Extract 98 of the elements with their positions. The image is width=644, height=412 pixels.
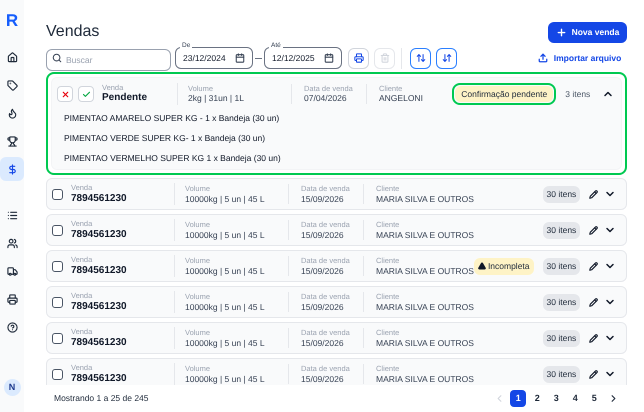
item-count-badge: 30 itens bbox=[542, 294, 580, 311]
sort-arrows-icon bbox=[442, 53, 452, 63]
field-value: MARIA SILVA E OUTROS bbox=[376, 194, 474, 204]
search-icon bbox=[52, 53, 62, 63]
help-icon bbox=[6, 322, 18, 332]
pagination-summary: Mostrando 1 a 25 de 245 bbox=[54, 392, 149, 405]
field-value: 7894561230 bbox=[71, 192, 128, 206]
pencil-icon bbox=[589, 370, 598, 379]
page-button[interactable]: 4 bbox=[567, 390, 584, 408]
field-value: 10000kg | 5 un | 45 L bbox=[185, 266, 266, 276]
field-value: 7894561230 bbox=[71, 336, 128, 350]
field-value: 15/09/2026 bbox=[301, 266, 345, 276]
plus-icon bbox=[556, 26, 567, 38]
item-count-badge: 30 itens bbox=[542, 366, 580, 383]
row-checkbox[interactable] bbox=[52, 260, 63, 272]
sort-ascending-button[interactable] bbox=[410, 48, 431, 68]
import-file-link[interactable]: Importar arquivo bbox=[538, 52, 622, 64]
page-button[interactable]: 3 bbox=[548, 390, 564, 408]
trash-icon bbox=[380, 53, 390, 63]
printer-icon bbox=[354, 53, 364, 63]
page-button[interactable]: 1 bbox=[510, 390, 526, 408]
edit-button[interactable] bbox=[589, 334, 598, 343]
field-value: 10000kg | 5 un | 45 L bbox=[185, 302, 266, 312]
item-count-badge: 30 itens bbox=[542, 222, 580, 239]
close-icon bbox=[60, 90, 70, 98]
row-checkbox[interactable] bbox=[52, 224, 63, 236]
page-button[interactable]: 2 bbox=[529, 390, 546, 408]
row-checkbox[interactable] bbox=[52, 332, 63, 344]
field-value: 15/09/2026 bbox=[301, 194, 345, 204]
warning-badge: Incompleta bbox=[474, 258, 534, 275]
pencil-icon bbox=[589, 334, 598, 343]
edit-button[interactable] bbox=[589, 370, 598, 379]
sidebar-item[interactable] bbox=[0, 157, 24, 181]
upload-icon bbox=[538, 53, 548, 63]
field-value: 7894561230 bbox=[71, 372, 128, 386]
edit-button[interactable] bbox=[589, 262, 598, 271]
warning-icon bbox=[478, 262, 486, 270]
field-value: 15/09/2026 bbox=[301, 374, 345, 384]
page-title: Vendas bbox=[46, 22, 100, 42]
edit-button[interactable] bbox=[589, 298, 598, 307]
field-value: 15/09/2026 bbox=[301, 230, 345, 240]
field-value: MARIA SILVA E OUTROS bbox=[376, 374, 474, 384]
approve-button[interactable] bbox=[78, 86, 94, 102]
item-count-badge: 30 itens bbox=[542, 186, 580, 203]
field-value: 07/04/2026 bbox=[304, 93, 348, 104]
list-icon bbox=[6, 210, 18, 220]
field-value: 15/09/2026 bbox=[301, 302, 345, 312]
field-value: Pendente bbox=[102, 92, 148, 105]
field-value: 2kg | 31un | 1L bbox=[188, 93, 245, 104]
edit-button[interactable] bbox=[589, 190, 598, 199]
field-value: 10000kg | 5 un | 45 L bbox=[185, 230, 266, 240]
field-value: 7894561230 bbox=[71, 300, 128, 314]
row-checkbox[interactable] bbox=[52, 368, 63, 380]
pencil-icon bbox=[589, 262, 598, 271]
print-button[interactable] bbox=[348, 48, 369, 68]
user-avatar[interactable]: N bbox=[4, 379, 20, 396]
check-icon bbox=[82, 90, 90, 98]
people-icon bbox=[6, 238, 18, 248]
trophy-icon bbox=[6, 136, 18, 146]
calendar-icon bbox=[324, 53, 334, 63]
order-item: PIMENTAO VERDE SUPER KG- 1 x Bandeja (30 un) bbox=[64, 132, 266, 144]
page-button[interactable]: 5 bbox=[586, 390, 602, 408]
dollar-icon bbox=[6, 164, 18, 174]
printer-icon bbox=[6, 294, 18, 304]
field-value: MARIA SILVA E OUTROS bbox=[376, 266, 474, 276]
item-count: 3 itens bbox=[565, 88, 590, 100]
field-value: ANGELONI bbox=[379, 93, 423, 104]
item-count-badge: 30 itens bbox=[542, 330, 580, 347]
order-item: PIMENTAO AMARELO SUPER KG - 1 x Bandeja (30 un) bbox=[64, 112, 280, 124]
calendar-icon bbox=[235, 53, 245, 63]
pencil-icon bbox=[589, 190, 598, 199]
flame-icon bbox=[6, 108, 18, 118]
logo: R bbox=[6, 12, 18, 29]
pencil-icon bbox=[589, 298, 598, 307]
field-value: 7894561230 bbox=[71, 228, 128, 242]
item-count-badge: 30 itens bbox=[542, 258, 580, 275]
field-value: MARIA SILVA E OUTROS bbox=[376, 302, 474, 312]
pencil-icon bbox=[589, 226, 598, 235]
truck-icon bbox=[6, 266, 18, 276]
new-sale-button[interactable]: Nova venda bbox=[548, 22, 628, 42]
row-checkbox[interactable] bbox=[52, 188, 63, 200]
field-value: 15/09/2026 bbox=[301, 338, 345, 348]
reject-button[interactable] bbox=[57, 86, 73, 102]
field-value: 10000kg | 5 un | 45 L bbox=[185, 374, 266, 384]
home-icon bbox=[6, 52, 18, 62]
search-field[interactable]: Buscar bbox=[46, 49, 171, 71]
field-value: MARIA SILVA E OUTROS bbox=[376, 230, 474, 240]
field-value: 10000kg | 5 un | 45 L bbox=[185, 338, 266, 348]
field-value: 7894561230 bbox=[71, 264, 128, 278]
order-item: PIMENTAO VERMELHO SUPER KG 1 x Bandeja (30 un) bbox=[64, 152, 282, 164]
edit-button[interactable] bbox=[589, 226, 598, 235]
sort-descending-button[interactable] bbox=[436, 48, 457, 68]
field-value: MARIA SILVA E OUTROS bbox=[376, 338, 474, 348]
field-value: 10000kg | 5 un | 45 L bbox=[185, 194, 266, 204]
tag-icon bbox=[6, 80, 18, 90]
sort-arrows-icon bbox=[416, 53, 426, 63]
status-badge: Confirmação pendente bbox=[452, 82, 556, 106]
row-checkbox[interactable] bbox=[52, 296, 63, 308]
